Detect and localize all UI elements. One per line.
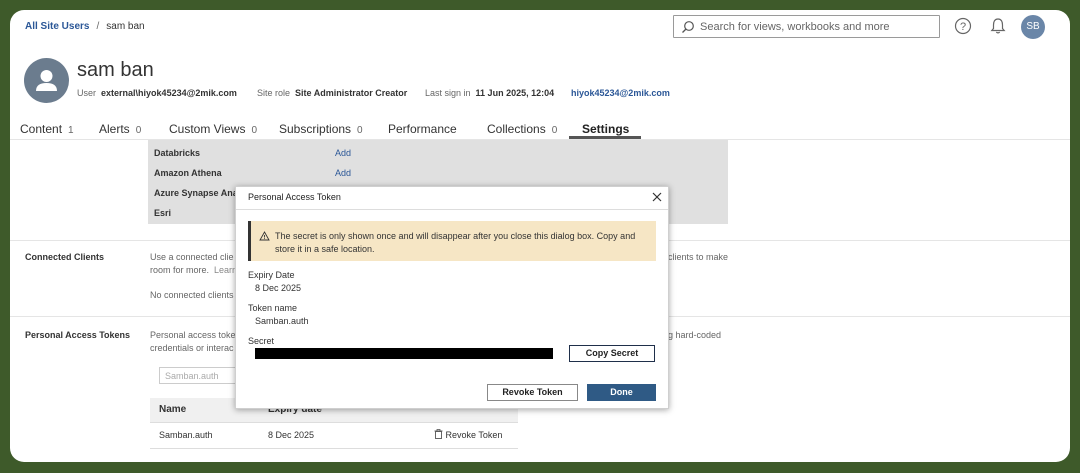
- warning-icon: [259, 231, 270, 241]
- tab-alerts-label: Alerts: [99, 122, 130, 136]
- tab-custom-views-count: 0: [251, 125, 258, 136]
- token-name-input[interactable]: Samban.auth: [159, 367, 237, 384]
- warning-banner: The secret is only shown once and will d…: [248, 221, 656, 261]
- connected-clients-empty: No connected clients: [150, 290, 234, 300]
- help-icon[interactable]: ?: [954, 17, 972, 35]
- user-email-link[interactable]: hiyok45234@2mik.com: [571, 88, 670, 98]
- revoke-token-link[interactable]: Revoke Token: [434, 429, 502, 440]
- tab-collections[interactable]: Collections 0: [487, 122, 557, 136]
- active-tab-indicator: [569, 136, 641, 139]
- trash-icon: [434, 429, 443, 439]
- user-last-sign-in: Last sign in 11 Jun 2025, 12:04: [425, 88, 554, 98]
- pat-description: Personal access toke credentials or inte…: [150, 329, 236, 355]
- column-header-name: Name: [159, 404, 187, 415]
- tab-settings[interactable]: Settings: [582, 122, 629, 136]
- tab-collections-label: Collections: [487, 122, 546, 136]
- tab-subscriptions-count: 0: [357, 125, 363, 136]
- search-icon: [682, 21, 694, 33]
- dialog-divider: [236, 209, 668, 210]
- site-role-value: Site Administrator Creator: [295, 88, 408, 98]
- user-name: sam ban: [77, 59, 154, 81]
- breadcrumb-current: sam ban: [106, 21, 145, 32]
- token-name-value: Samban.auth: [255, 316, 309, 326]
- connected-clients-text-1: Use a connected clie: [150, 252, 234, 262]
- pat-text-1: Personal access toke: [150, 330, 236, 340]
- personal-access-tokens-heading: Personal Access Tokens: [25, 330, 131, 340]
- secret-label: Secret: [248, 336, 275, 346]
- user-login-label: User: [77, 88, 97, 98]
- last-sign-in-label: Last sign in: [425, 88, 471, 98]
- secret-value-redacted: [255, 348, 553, 359]
- warning-text: The secret is only shown once and will d…: [275, 231, 636, 254]
- connected-clients-heading: Connected Clients: [25, 252, 105, 262]
- tab-performance[interactable]: Performance: [388, 122, 457, 136]
- connection-add-link[interactable]: Add: [335, 148, 351, 158]
- close-icon[interactable]: [651, 191, 663, 203]
- tab-alerts-count: 0: [135, 125, 142, 136]
- tab-subscriptions-label: Subscriptions: [279, 122, 352, 136]
- expiry-date-value: 8 Dec 2025: [255, 283, 302, 293]
- user-email[interactable]: hiyok45234@2mik.com: [571, 88, 670, 98]
- tab-custom-views-label: Custom Views: [169, 122, 246, 136]
- connection-row-name: Esri: [154, 208, 172, 218]
- profile-tabs: Content 1 Alerts 0 Custom Views 0 Subscript…: [10, 118, 1070, 140]
- site-role-label: Site role: [257, 88, 291, 98]
- tab-settings-label: Settings: [582, 122, 630, 136]
- person-icon: [36, 70, 57, 91]
- connected-clients-text-2: room for more.: [150, 265, 210, 275]
- user-login-value: external\hiyok45234@2mik.com: [101, 88, 237, 98]
- copy-secret-button[interactable]: Copy Secret: [569, 345, 655, 362]
- user-avatar: [24, 58, 69, 103]
- search-input[interactable]: Search for views, workbooks and more: [673, 15, 940, 38]
- user-menu-avatar[interactable]: SB: [1021, 15, 1045, 39]
- tab-content-label: Content: [20, 122, 63, 136]
- tab-alerts[interactable]: Alerts 0: [99, 122, 141, 136]
- dialog-title: Personal Access Token: [248, 192, 341, 202]
- user-site-role: Site role Site Administrator Creator: [257, 88, 407, 98]
- bell-icon[interactable]: [989, 17, 1007, 35]
- token-name-label: Token name: [248, 303, 298, 313]
- breadcrumb-all-site-users-link[interactable]: All Site Users: [25, 21, 89, 32]
- connection-add-link[interactable]: Add: [335, 168, 351, 178]
- tab-performance-label: Performance: [388, 122, 457, 136]
- revoke-token-button[interactable]: Revoke Token: [487, 384, 578, 401]
- personal-access-token-dialog: Personal Access Token The secret is only…: [235, 186, 669, 409]
- revoke-token-label: Revoke Token: [445, 430, 503, 440]
- pat-text-right: g hard-coded: [668, 330, 722, 340]
- svg-text:?: ?: [960, 21, 966, 33]
- tab-collections-count: 0: [551, 125, 558, 136]
- app-window: All Site Users / sam ban Search for views,…: [10, 10, 1070, 462]
- breadcrumb: All Site Users / sam ban: [25, 21, 145, 32]
- table-row: Samban.auth 8 Dec 2025 Revoke Token: [150, 423, 518, 449]
- connection-row-name: Azure Synapse Ana: [154, 188, 238, 198]
- tab-content-count: 1: [68, 125, 74, 136]
- connected-clients-text-right: clients to make: [668, 252, 729, 262]
- tab-content[interactable]: Content 1: [20, 122, 74, 136]
- tab-custom-views[interactable]: Custom Views 0: [169, 122, 257, 136]
- token-expiry-cell: 8 Dec 2025: [268, 430, 315, 440]
- connection-row-name: Databricks: [154, 148, 201, 158]
- search-placeholder: Search for views, workbooks and more: [700, 21, 890, 33]
- tab-subscriptions[interactable]: Subscriptions 0: [279, 122, 363, 136]
- last-sign-in-value: 11 Jun 2025, 12:04: [475, 88, 555, 98]
- token-name-cell: Samban.auth: [159, 430, 213, 440]
- connection-row-name: Amazon Athena: [154, 168, 222, 178]
- connected-clients-learn-link[interactable]: Learn: [214, 265, 237, 275]
- user-login: User external\hiyok45234@2mik.com: [77, 88, 237, 98]
- connected-clients-description: Use a connected clie room for more. Lear…: [150, 251, 237, 277]
- pat-text-2: credentials or interac: [150, 343, 234, 353]
- breadcrumb-separator: /: [96, 21, 100, 32]
- done-button[interactable]: Done: [587, 384, 656, 401]
- expiry-date-label: Expiry Date: [248, 270, 295, 280]
